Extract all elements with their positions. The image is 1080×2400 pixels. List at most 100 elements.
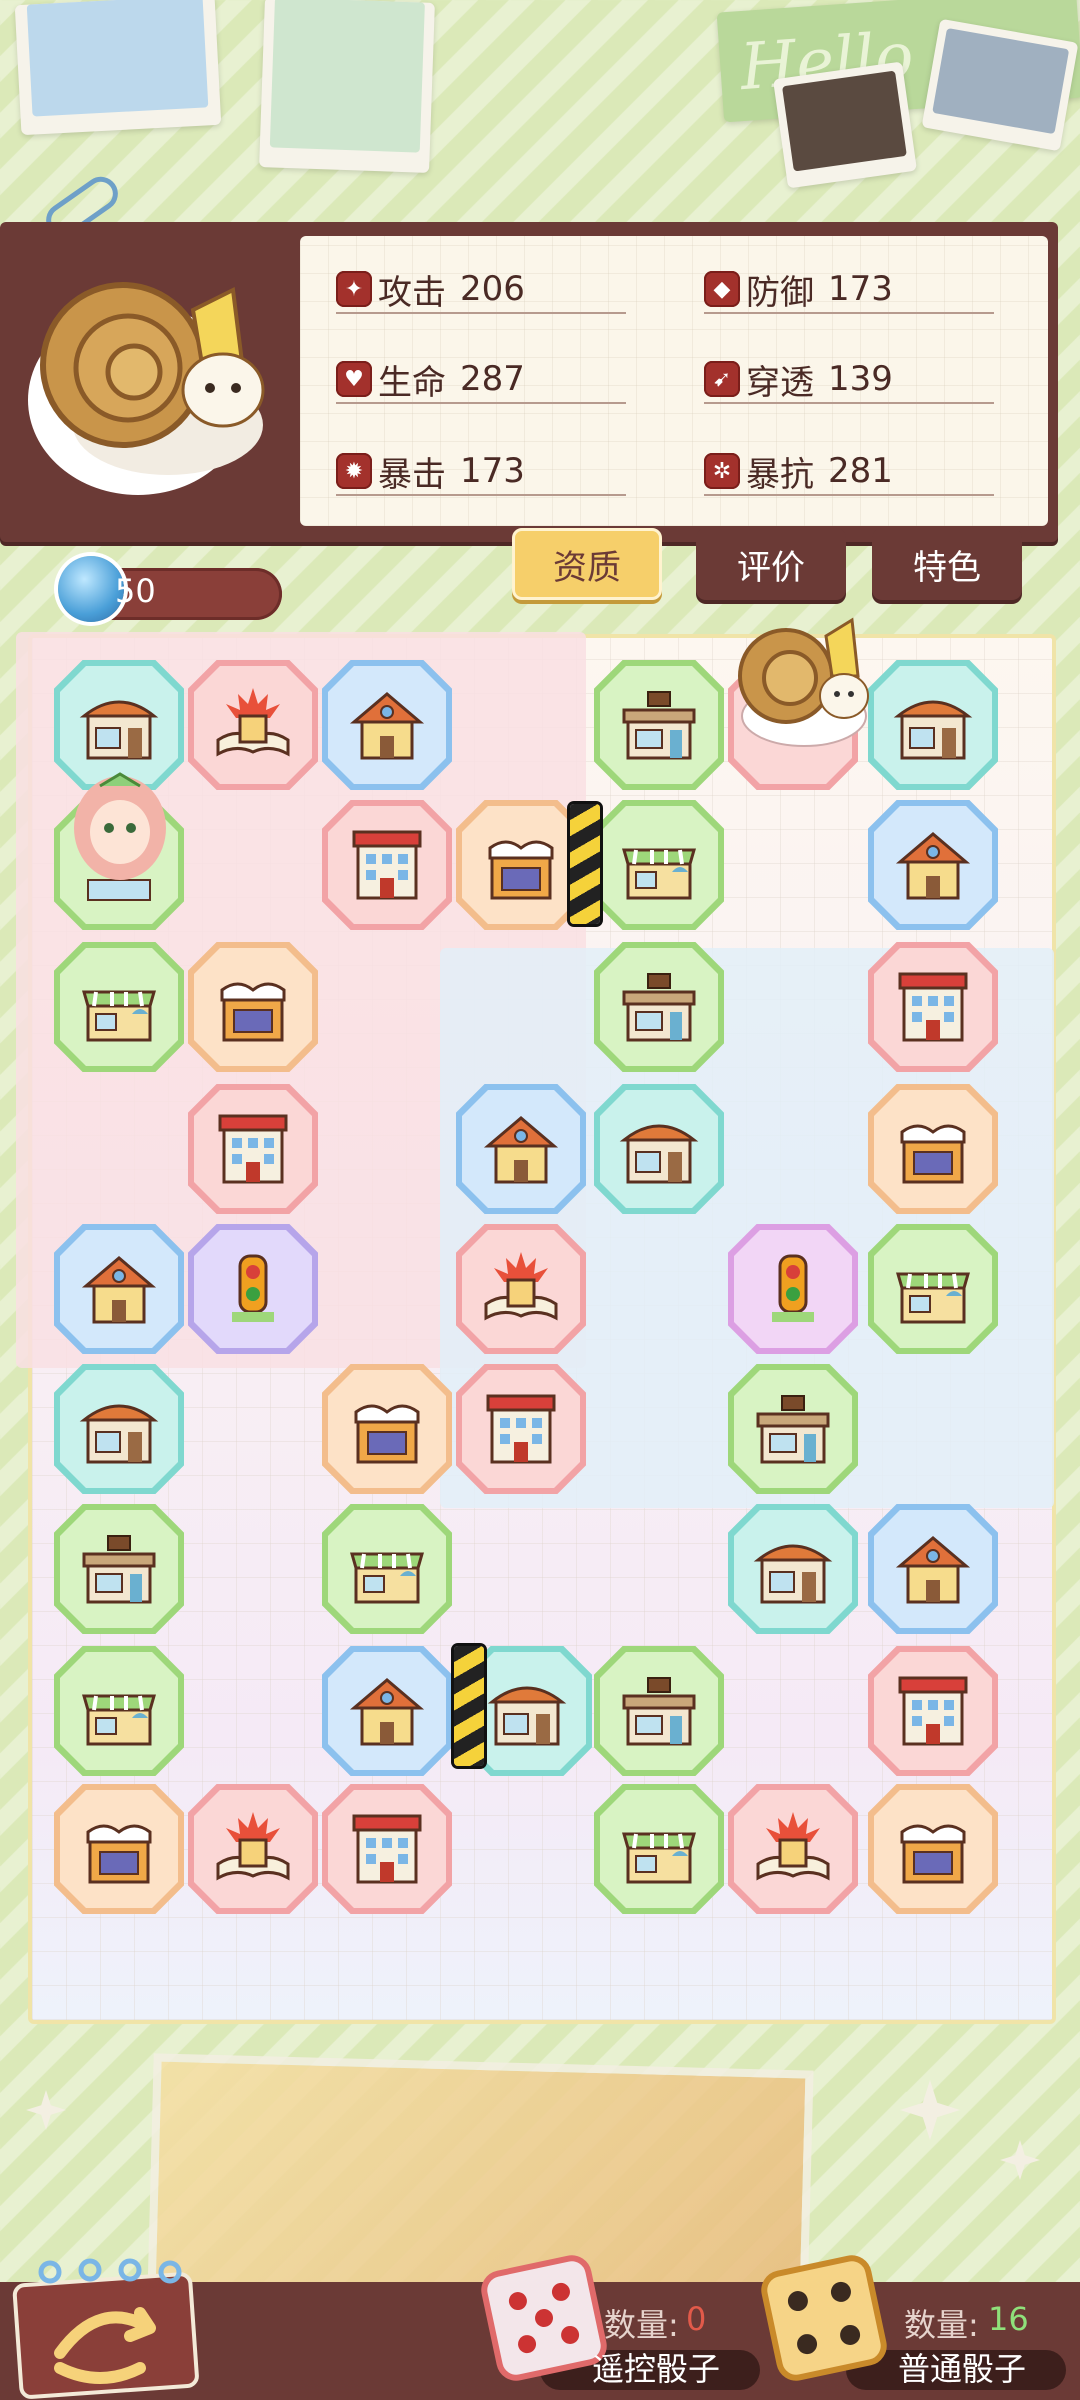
board-tile-hotel [188,1084,318,1214]
return-button[interactable] [0,2258,200,2400]
bookshop-icon [462,806,580,924]
tab-evaluation-label: 评价 [737,547,805,588]
stat-crit-resist-label: 暴抗 [746,454,814,495]
decor-photo-4 [921,18,1079,152]
hotel-icon [874,1652,992,1770]
stat-hp-value: 287 [460,359,525,399]
tab-features[interactable]: 特色 [872,528,1022,600]
board-tile-hotel [868,1646,998,1776]
board-tile-library-fire [728,1784,858,1914]
stat-hp-label: 生命 [378,362,446,403]
board-tile-market [868,1224,998,1354]
board-tile-cafe [54,1504,184,1634]
bakery-icon [600,1090,718,1208]
board-tile-market [594,800,724,930]
board-tile-bookshop [54,1784,184,1914]
remote-dice-button[interactable]: 遥控骰子 [592,2344,720,2390]
board-tile-bakery [728,1504,858,1634]
stat-attack-label: 攻击 [378,272,446,313]
stat-defense-label: 防御 [746,272,814,313]
remote-dice-icon[interactable] [477,2251,611,2385]
snail-player-piece [724,606,874,756]
hotel-icon [328,1790,446,1908]
normal-dice-count: 16 [988,2300,1029,2338]
stat-pierce-label: 穿透 [746,362,814,403]
board-tile-house [322,660,452,790]
board-tile-hotel [456,1364,586,1494]
board-tile-bakery [54,1364,184,1494]
library-fire-icon [462,1230,580,1348]
board-tile-library-fire [456,1224,586,1354]
stat-crit-value: 173 [460,451,525,491]
board-tile-market [594,1784,724,1914]
board-tile-house [868,1504,998,1634]
bakery-icon [60,1370,178,1488]
defense-icon: ◆ [704,271,740,307]
market-icon [600,806,718,924]
board-tile-market [54,942,184,1072]
cafe-icon [600,1652,718,1770]
stat-pierce: ➹ 穿透 139 [704,356,994,404]
sparkle-icon [1000,2140,1040,2180]
hotel-icon [194,1090,312,1208]
pierce-icon: ➹ [704,361,740,397]
crit-resist-icon: ✲ [704,453,740,489]
board-tile-library-fire [188,660,318,790]
cafe-icon [734,1370,852,1488]
board-tile-house [868,800,998,930]
hotel-icon [462,1370,580,1488]
normal-dice-button[interactable]: 普通骰子 [898,2344,1026,2390]
library-fire-icon [734,1790,852,1908]
board-tile-bakery [868,660,998,790]
board-tile-hotel [868,942,998,1072]
character-stats-panel: ✦ 攻击 206 ◆ 防御 173 ♥ 生命 287 ➹ 穿透 139 ✹ 暴击… [0,222,1058,542]
cafe-icon [600,948,718,1066]
stat-crit-resist-value: 281 [828,451,893,491]
traffic-light-icon [194,1230,312,1348]
bookshop-icon [874,1090,992,1208]
board-tile-cafe [594,660,724,790]
remote-dice-count: 0 [686,2300,707,2338]
stat-pierce-value: 139 [828,359,893,399]
normal-dice-count-label: 数量: [904,2306,979,2344]
board-tile-house [322,1646,452,1776]
snail-character-portrait [18,250,273,505]
bakery-icon [468,1652,586,1770]
house-icon [462,1090,580,1208]
house-icon [60,1230,178,1348]
board-tile-house [456,1084,586,1214]
energy-value: 50 [115,572,156,610]
market-icon [600,1790,718,1908]
stat-attack: ✦ 攻击 206 [336,266,626,314]
roadblock-icon [454,1646,484,1766]
roadblock-icon [570,804,600,924]
traffic-light-icon [734,1230,852,1348]
bookshop-icon [328,1370,446,1488]
market-icon [60,948,178,1066]
stat-crit: ✹ 暴击 173 [336,448,626,496]
library-fire-icon [194,666,312,784]
library-fire-icon [194,1790,312,1908]
house-icon [874,806,992,924]
normal-dice-icon[interactable] [757,2251,891,2385]
stat-defense-value: 173 [828,269,893,309]
house-icon [328,666,446,784]
hotel-icon [874,948,992,1066]
tab-evaluation[interactable]: 评价 [696,528,846,600]
board-tile-bookshop [322,1364,452,1494]
bookshop-icon [194,948,312,1066]
market-icon [328,1510,446,1628]
heart-icon: ♥ [336,361,372,397]
board-tile-bookshop [868,1084,998,1214]
board-tile-cafe [594,1646,724,1776]
board-tile-hotel [322,800,452,930]
board-tile-bakery [594,1084,724,1214]
bakery-icon [734,1510,852,1628]
remote-dice-count-label: 数量: [604,2306,679,2344]
tab-aptitude[interactable]: 资质 [512,528,662,600]
decor-photo-1 [14,0,222,136]
decor-photo-2 [259,0,435,173]
board-tile-cafe [594,942,724,1072]
stats-card: ✦ 攻击 206 ◆ 防御 173 ♥ 生命 287 ➹ 穿透 139 ✹ 暴击… [300,236,1048,526]
attack-icon: ✦ [336,271,372,307]
